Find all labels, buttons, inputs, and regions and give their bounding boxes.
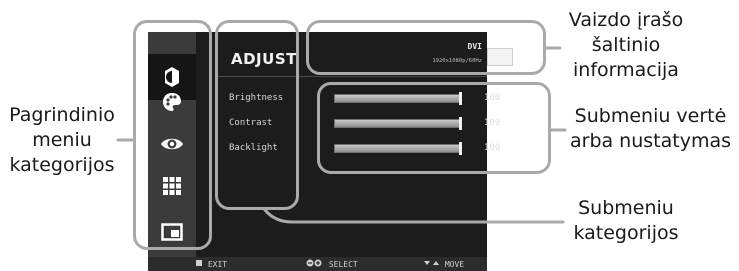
annotation-main-menu: Pagrindinio meniu kategorijos — [9, 104, 115, 176]
annotation-source-info: Vaizdo įrašo šaltinio informacija — [568, 9, 684, 81]
annotation-submenu-categories: Submeniu kategorijos — [573, 197, 679, 244]
annotation-submenu-value: Submeniu vertė arba nustatymas — [569, 105, 732, 152]
